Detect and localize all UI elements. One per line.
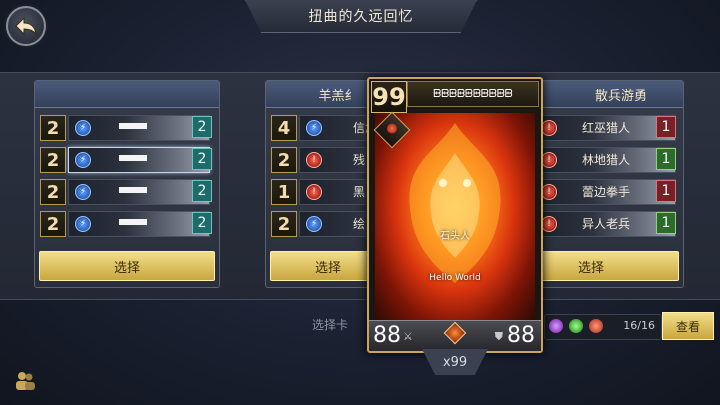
card-cost: 2 — [40, 147, 66, 173]
deck-1-card-row[interactable]: 2 ⚡ 2 — [40, 179, 212, 205]
fire-element-icon: ! — [541, 216, 557, 232]
deck-1-card-row[interactable]: 2 ⚡ 2 — [40, 115, 212, 141]
card-name: 林地猎人 — [582, 153, 631, 167]
card-count: 1 — [656, 180, 676, 202]
card-cost: 2 — [40, 211, 66, 237]
card-name: 绘 — [353, 217, 366, 231]
lightning-element-icon: ⚡ — [75, 152, 91, 168]
gem-count: 16/16 — [623, 319, 655, 332]
page-title: 扭曲的久远回忆 — [245, 0, 477, 33]
gem-tray: 16/16 — [544, 314, 662, 340]
card-stats-bar: 88 ⚔ ⛊ 88 — [369, 320, 541, 351]
fire-element-icon: ! — [541, 120, 557, 136]
card-count: 2 — [192, 212, 212, 234]
red-gem-icon — [589, 319, 603, 333]
card-attack: 88 — [373, 323, 401, 348]
card-name-placeholder — [119, 187, 147, 193]
view-button[interactable]: 查看 — [662, 312, 714, 340]
green-gem-icon — [569, 319, 583, 333]
card-name: 黑 — [353, 185, 366, 199]
card-cost: 2 — [40, 115, 66, 141]
fire-element-icon: ! — [541, 152, 557, 168]
card-cost-badge: 99 — [371, 81, 407, 113]
select-deck-1-button[interactable]: 选择 — [39, 251, 215, 281]
card-name: 红巫猎人 — [582, 121, 631, 135]
card-copies: x99 — [422, 349, 488, 375]
card-health: 88 — [507, 323, 535, 348]
card-name-placeholder — [119, 219, 147, 225]
card-count: 1 — [656, 148, 676, 170]
card-strip: ⚡ — [68, 115, 210, 141]
card-cost: 2 — [271, 147, 297, 173]
card-race: 石头人 — [440, 231, 470, 242]
card-cost: 4 — [271, 115, 297, 141]
fire-element-icon: ! — [306, 152, 322, 168]
sword-icon: ⚔ — [403, 330, 413, 343]
fire-element-icon: ! — [306, 184, 322, 200]
card-text: Hello World — [429, 273, 481, 283]
card-count: 1 — [656, 116, 676, 138]
select-card-tab[interactable]: 选择卡 — [290, 312, 370, 336]
card-count: 2 — [192, 148, 212, 170]
card-name-placeholder — [119, 155, 147, 161]
card-name: 蕾边拳手 — [582, 185, 631, 199]
card-preview: 99 ᗸᗸᗸᗸᗸᗸᗸᗸᗸᗸ 石头人 Hello World 88 ⚔ ⛊ 88 — [367, 77, 543, 353]
deck-panel-1-header — [35, 81, 219, 108]
card-cost: 2 — [271, 211, 297, 237]
card-count: 2 — [192, 116, 212, 138]
page-title-text: 扭曲的久远回忆 — [308, 9, 414, 25]
back-arrow-icon — [15, 17, 37, 35]
card-cost: 2 — [40, 179, 66, 205]
flame-beast-art — [409, 123, 501, 283]
lightning-element-icon: ⚡ — [75, 184, 91, 200]
back-button[interactable] — [6, 6, 46, 46]
card-strip-selected: ⚡ — [68, 147, 210, 173]
card-strip: ⚡ — [68, 179, 210, 205]
lightning-element-icon: ⚡ — [306, 216, 322, 232]
lightning-element-icon: ⚡ — [75, 216, 91, 232]
deck-panel-1: 2 ⚡ 2 2 ⚡ 2 2 ⚡ 2 2 ⚡ 2 选择 — [34, 80, 220, 288]
shield-icon: ⛊ — [494, 330, 503, 343]
lightning-element-icon: ⚡ — [306, 120, 322, 136]
card-element-gem-icon — [443, 321, 467, 345]
card-name: 异人老兵 — [582, 217, 631, 231]
card-art — [375, 113, 535, 321]
purple-gem-icon — [549, 319, 563, 333]
card-strip: ⚡ — [68, 211, 210, 237]
card-cost: 1 — [271, 179, 297, 205]
lightning-element-icon: ⚡ — [75, 120, 91, 136]
card-count: 1 — [656, 212, 676, 234]
deck-1-card-row[interactable]: 2 ⚡ 2 — [40, 147, 212, 173]
fire-element-icon: ! — [541, 184, 557, 200]
friends-icon[interactable] — [14, 370, 36, 392]
card-name-placeholder — [119, 123, 147, 129]
card-count: 2 — [192, 180, 212, 202]
deck-1-card-row[interactable]: 2 ⚡ 2 — [40, 211, 212, 237]
card-title: ᗸᗸᗸᗸᗸᗸᗸᗸᗸᗸ — [407, 81, 539, 107]
